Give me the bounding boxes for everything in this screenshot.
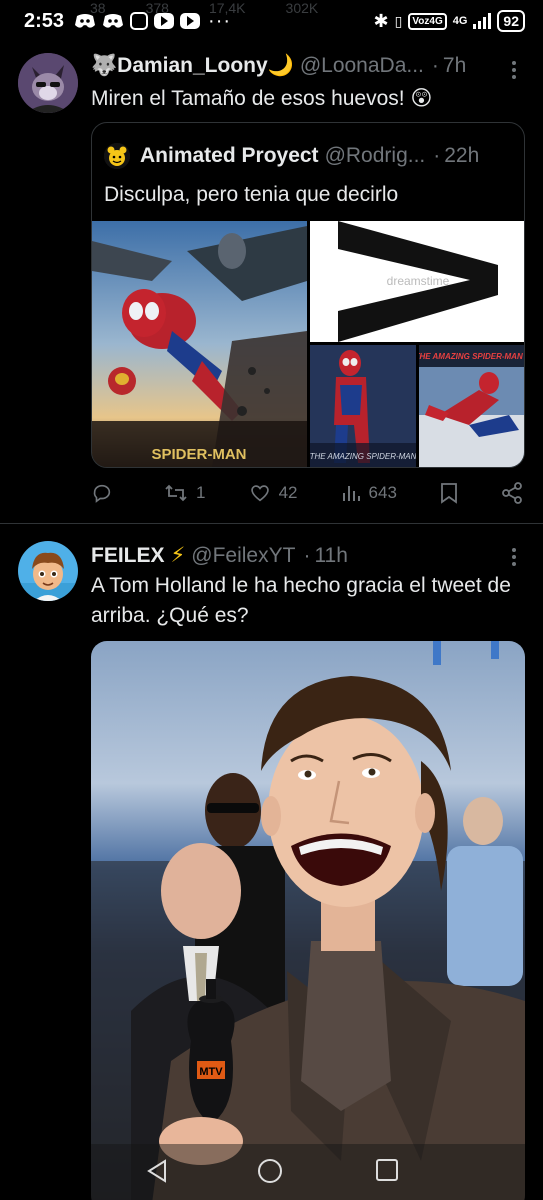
heart-icon xyxy=(250,485,269,502)
tweet-text: Miren el Tamaño de esos huevos! 😲 xyxy=(91,87,433,110)
bookmark-button[interactable] xyxy=(440,482,458,504)
view-count: 643 xyxy=(368,483,397,502)
media-grid: SPIDER-MAN dreamstime THE AMAZING SPIDER… xyxy=(92,221,525,467)
cartoon-boy-avatar-image xyxy=(18,541,78,601)
more-vertical-icon[interactable] xyxy=(511,547,517,567)
media-image[interactable]: dreamstime xyxy=(310,221,524,342)
emoji-avatar-image xyxy=(104,143,130,169)
greater-than-arrow-image: dreamstime xyxy=(310,221,524,342)
media-image[interactable]: THE AMAZING SPIDER-MAN xyxy=(310,345,416,467)
back-icon[interactable] xyxy=(145,1158,169,1184)
views-icon xyxy=(342,486,360,501)
poster-title: THE AMAZING SPIDER-MAN 2 xyxy=(419,352,525,361)
amazing-spiderman-poster-image: THE AMAZING SPIDER-MAN xyxy=(310,345,416,467)
views-button[interactable]: 643 xyxy=(341,483,397,503)
repost-button[interactable]: 1 xyxy=(164,482,206,504)
watermark: dreamstime xyxy=(387,274,450,288)
repost-count: 1 xyxy=(196,483,206,502)
poster-title: SPIDER-MAN xyxy=(151,446,246,463)
system-navigation-bar xyxy=(91,1144,525,1200)
like-button[interactable]: 42 xyxy=(249,482,298,504)
more-vertical-icon[interactable] xyxy=(511,60,517,80)
quote-avatar xyxy=(104,143,130,169)
recents-icon[interactable] xyxy=(375,1158,399,1182)
repost-icon xyxy=(165,484,187,502)
quote-header: Animated Proyect @Rodrig... · 22h xyxy=(104,143,479,169)
author-handle[interactable]: @LoonaDa... xyxy=(300,54,424,78)
separator: · xyxy=(433,144,441,167)
avatar[interactable] xyxy=(18,53,78,113)
tom-holland-photo: MTV xyxy=(91,641,525,1200)
wolf-avatar-image xyxy=(18,53,78,113)
quote-text: Disculpa, pero tenia que decirlo xyxy=(104,183,399,206)
tweet-photo[interactable]: MTV xyxy=(91,641,525,1200)
timestamp[interactable]: 11h xyxy=(314,544,347,568)
timestamp[interactable]: 7h xyxy=(443,54,466,78)
reply-icon xyxy=(93,484,111,503)
spiderman-poster-image: SPIDER-MAN xyxy=(92,221,307,467)
quote-author-name[interactable]: Animated Proyect xyxy=(140,144,319,168)
avatar[interactable] xyxy=(18,541,78,601)
poster-title: THE AMAZING SPIDER-MAN xyxy=(310,452,416,461)
media-image[interactable]: SPIDER-MAN xyxy=(92,221,307,467)
lightning-icon: ⚡ xyxy=(170,544,186,567)
reply-button[interactable] xyxy=(91,482,121,504)
separator: · xyxy=(431,54,439,77)
tweet-text: A Tom Holland le ha hecho gracia el twee… xyxy=(91,574,511,627)
share-icon xyxy=(502,482,522,504)
share-button[interactable] xyxy=(501,482,523,504)
quote-timestamp[interactable]: 22h xyxy=(444,144,479,168)
quoted-tweet[interactable]: Animated Proyect @Rodrig... · 22h Discul… xyxy=(91,122,525,468)
tweet-actions: 1 42 643 xyxy=(91,482,523,504)
separator: · xyxy=(303,543,311,567)
tweet-header: 🐺Damian_Loony🌙 @LoonaDa... · 7h xyxy=(91,54,466,78)
trophy-logo: MTV xyxy=(199,1066,223,1078)
amazing-spiderman-2-poster-image: THE AMAZING SPIDER-MAN 2 xyxy=(419,345,525,467)
quote-author-handle[interactable]: @Rodrig... xyxy=(325,144,426,168)
author-name[interactable]: FEILEX xyxy=(91,544,165,568)
tweet[interactable]: 🐺Damian_Loony🌙 @LoonaDa... · 7h Miren el… xyxy=(0,0,543,522)
author-name[interactable]: 🐺Damian_Loony🌙 xyxy=(91,54,294,78)
like-count: 42 xyxy=(278,483,298,502)
home-icon[interactable] xyxy=(257,1158,283,1184)
tweet-header: FEILEX ⚡ @FeilexYT · 11h xyxy=(91,543,348,568)
bookmark-icon xyxy=(441,483,457,504)
author-handle[interactable]: @FeilexYT xyxy=(191,544,295,568)
media-image[interactable]: THE AMAZING SPIDER-MAN 2 xyxy=(419,345,525,467)
